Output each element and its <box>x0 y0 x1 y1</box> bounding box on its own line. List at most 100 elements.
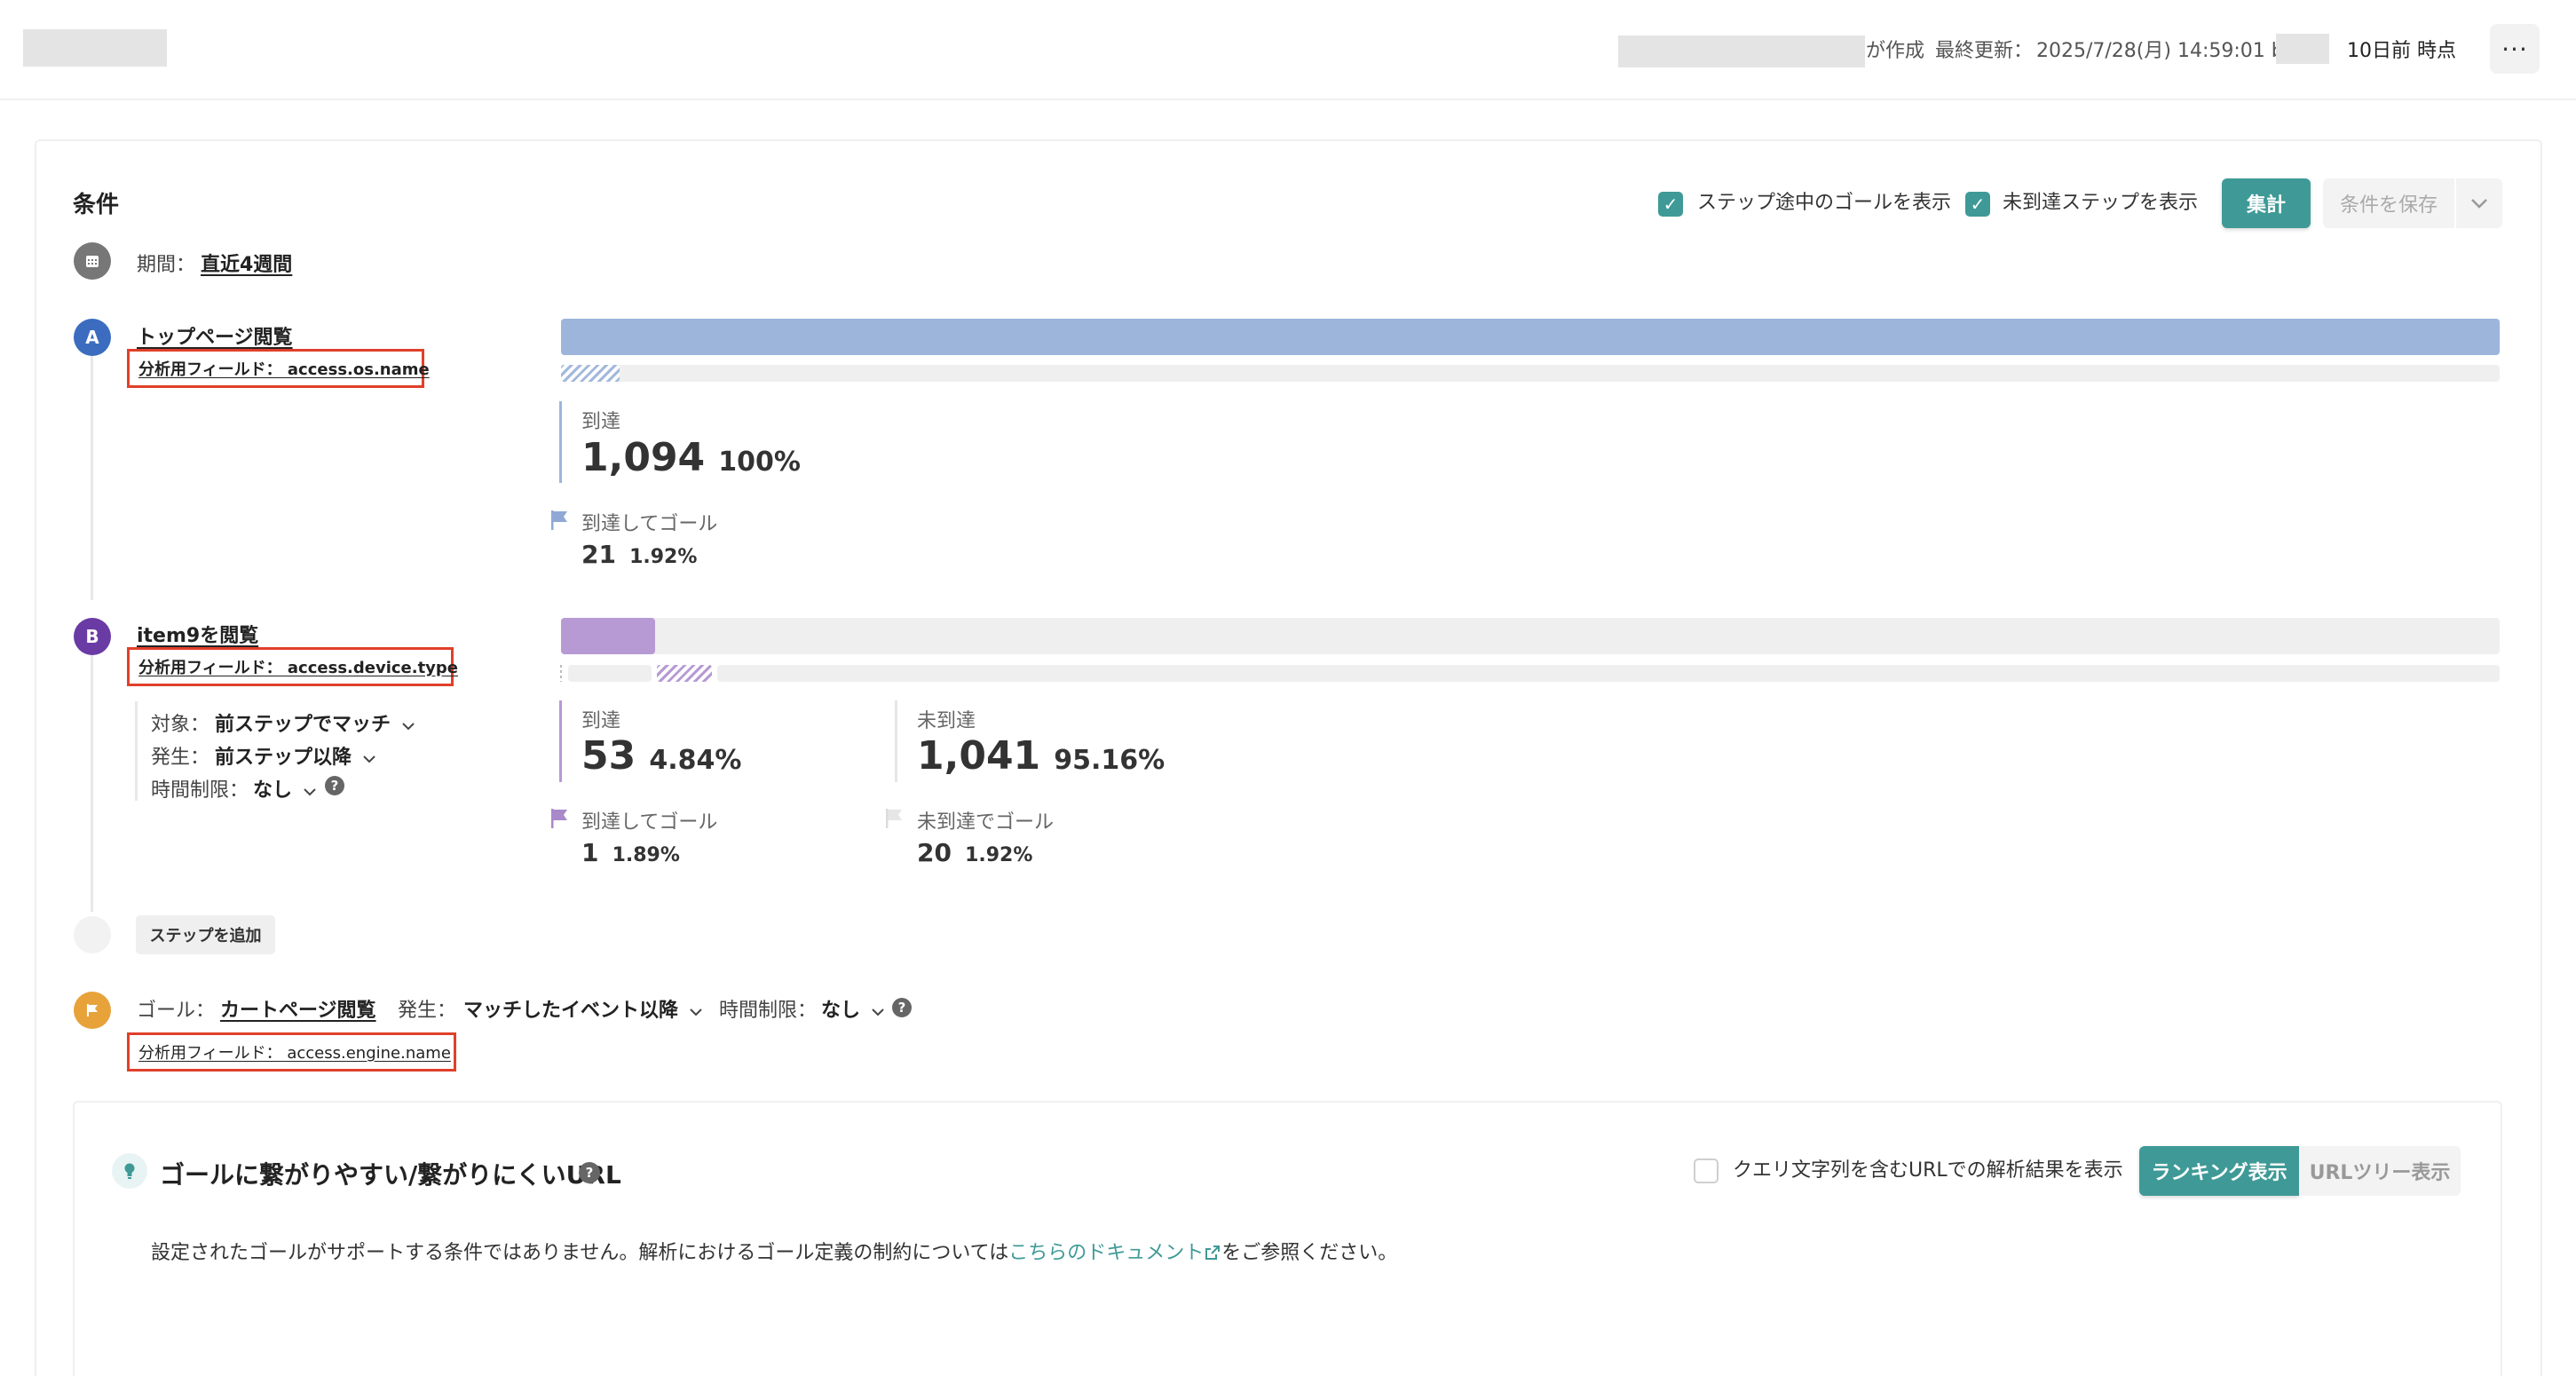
flag-icon <box>551 809 567 828</box>
step-b-target-dropdown[interactable]: 前ステップでマッチ <box>215 708 415 737</box>
flag-icon <box>87 1004 98 1016</box>
goal-time-limit-label: 時間制限： <box>719 1000 818 1022</box>
creator-name-redacted <box>1618 36 1865 67</box>
notice-text-before: 設定されたゴールがサポートする条件ではありません。解析におけるゴール定義の制約に… <box>151 1242 1009 1264</box>
step-a-reached-stat: 1,094 100% <box>581 435 801 480</box>
check-icon: ✓ <box>1663 194 1679 215</box>
flag-icon <box>886 809 902 828</box>
step-b-reached-count: 53 <box>581 733 636 779</box>
step-a-field-highlight[interactable]: 分析用フィールド： access.os.name <box>127 349 430 388</box>
help-icon[interactable]: ? <box>892 998 912 1017</box>
step-b-reach-bar <box>561 618 655 654</box>
step-a-reached-label: 到達 <box>581 411 621 433</box>
step-a-reached-count: 1,094 <box>581 435 706 480</box>
flag-icon <box>551 510 567 530</box>
goal-occurrence-dropdown[interactable]: マッチしたイベント以降 <box>463 994 703 1023</box>
step-b-reach-track <box>561 618 2500 654</box>
goal-name-link[interactable]: カートページ閲覧 <box>220 994 376 1023</box>
add-step-placeholder-marker <box>74 916 111 953</box>
step-b-goal-label: 到達してゴール <box>581 811 718 834</box>
show-unreached-checkbox[interactable]: ✓ <box>1965 192 1990 217</box>
help-icon[interactable]: ? <box>579 1162 600 1183</box>
created-suffix: が作成 <box>1866 40 1925 62</box>
relative-time: 10日前 時点 <box>2347 40 2456 62</box>
step-b-time-limit-label: 時間制限： <box>151 779 249 802</box>
step-b-reached-pct: 4.84% <box>649 745 742 776</box>
step-b-unreached-divider <box>895 700 897 782</box>
step-b-options-divider <box>135 701 138 801</box>
goal-label: ゴール： <box>137 1000 216 1022</box>
step-a-field-link: 分析用フィールド： access.os.name <box>138 360 430 379</box>
step-a-goal-bar <box>561 365 620 382</box>
step-b-goal-stat: 1 1.89% <box>581 838 680 867</box>
step-b-unreached-pct: 95.16% <box>1054 745 1166 776</box>
notice-text-after: をご参照ください。 <box>1221 1242 1398 1264</box>
aggregate-button[interactable]: 集計 <box>2222 178 2311 228</box>
unsupported-goal-notice: 設定されたゴールがサポートする条件ではありません。解析におけるゴール定義の制約に… <box>151 1237 1397 1265</box>
check-icon: ✓ <box>1970 194 1986 215</box>
chevron-down-icon <box>401 723 415 731</box>
last-updated-label: 最終更新： <box>1935 40 2034 62</box>
show-goal-midway-checkbox[interactable]: ✓ <box>1658 192 1683 217</box>
tab-url-tree[interactable]: URLツリー表示 <box>2299 1146 2461 1196</box>
step-a-goal-count: 21 <box>581 540 616 569</box>
documentation-link[interactable]: こちらのドキュメント <box>1008 1242 1204 1264</box>
step-b-name-link[interactable]: item9を閲覧 <box>137 620 258 648</box>
save-conditions-button[interactable]: 条件を保存 <box>2323 178 2454 228</box>
step-a-reach-divider <box>559 401 562 483</box>
goal-time-limit-dropdown[interactable]: なし <box>821 994 885 1023</box>
goal-field-link: 分析用フィールド： access.engine.name <box>138 1044 451 1063</box>
save-options-dropdown[interactable] <box>2456 178 2502 228</box>
step-a-goal-pct: 1.92% <box>629 546 698 568</box>
period-value-link[interactable]: 直近4週間 <box>201 249 292 277</box>
add-step-button[interactable]: ステップを追加 <box>136 915 275 954</box>
chevron-down-icon <box>303 788 316 796</box>
period-label: 期間： <box>137 254 196 276</box>
step-b-time-limit-value: なし <box>253 779 293 802</box>
more-options-button[interactable]: ··· <box>2490 24 2540 74</box>
step-b-marker: B <box>74 618 111 655</box>
step-b-goal-pct: 1.89% <box>612 844 680 866</box>
url-panel-title: ゴールに繋がりやすい/繋がりにくいURL <box>160 1160 621 1190</box>
lightbulb-icon <box>112 1153 147 1189</box>
query-string-label: クエリ文字列を含むURLでの解析結果を表示 <box>1733 1159 2123 1182</box>
goal-field-highlight[interactable]: 分析用フィールド： access.engine.name <box>127 1032 456 1072</box>
chevron-down-icon <box>871 1008 884 1016</box>
step-b-occurrence-label: 発生： <box>151 747 210 769</box>
tab-ranking[interactable]: ランキング表示 <box>2139 1146 2299 1196</box>
step-b-goal-track <box>717 665 2500 682</box>
step-b-target-label: 対象： <box>151 714 210 736</box>
goal-time-limit-value: なし <box>821 1000 861 1022</box>
step-b-occurrence-value: 前ステップ以降 <box>215 747 352 769</box>
goal-flag-marker <box>74 992 111 1029</box>
step-a-goal-stat: 21 1.92% <box>581 540 697 569</box>
chevron-down-icon <box>362 755 375 763</box>
goal-occurrence-value: マッチしたイベント以降 <box>463 1000 679 1022</box>
query-string-checkbox[interactable] <box>1694 1159 1719 1183</box>
show-goal-midway-label: ステップ途中のゴールを表示 <box>1697 192 1952 214</box>
step-a-name-link[interactable]: トップページ閲覧 <box>137 321 293 350</box>
external-link-icon[interactable] <box>1204 1244 1221 1261</box>
step-b-goal-count: 1 <box>581 838 599 867</box>
step-b-field-highlight[interactable]: 分析用フィールド： access.device.type <box>127 647 458 686</box>
help-icon[interactable]: ? <box>325 776 344 795</box>
conditions-title: 条件 <box>73 192 120 218</box>
step-b-occurrence-dropdown[interactable]: 前ステップ以降 <box>215 741 376 770</box>
timeline-line-b <box>91 654 93 912</box>
chevron-down-icon <box>2471 199 2487 209</box>
step-a-marker: A <box>74 319 111 356</box>
goal-occurrence-label: 発生： <box>398 1000 457 1022</box>
step-a-goal-label: 到達してゴール <box>581 513 718 535</box>
step-a-reach-bar <box>561 319 2500 355</box>
step-b-unreached-label: 未到達 <box>917 710 976 732</box>
step-b-time-limit-dropdown[interactable]: なし <box>253 774 317 803</box>
step-b-reached-label: 到達 <box>581 710 621 732</box>
page-header: が作成 最終更新： 2025/7/28(月) 14:59:01 by 10日前 … <box>0 0 2576 100</box>
calendar-icon <box>74 242 111 280</box>
step-b-unreached-goal-count: 20 <box>917 838 952 867</box>
step-b-unreached-goal-pct: 1.92% <box>965 844 1033 866</box>
step-a-goal-track <box>561 365 2500 382</box>
step-b-reached-goal-track <box>568 665 652 682</box>
report-title-redacted <box>23 29 167 67</box>
step-b-unreached-stat: 1,041 95.16% <box>917 733 1165 779</box>
